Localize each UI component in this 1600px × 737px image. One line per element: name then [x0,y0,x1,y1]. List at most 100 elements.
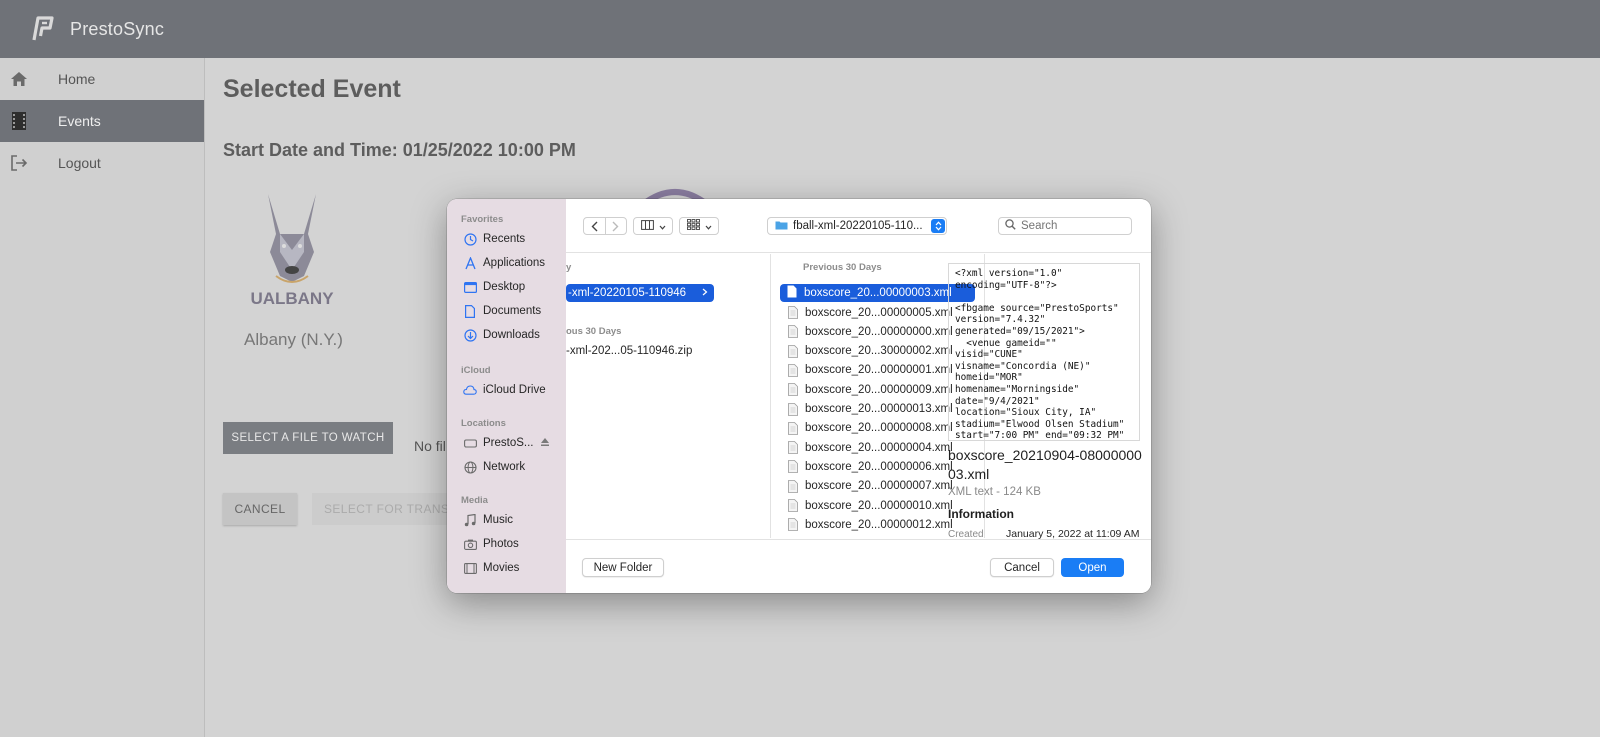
app-title: PrestoSync [70,18,165,39]
file-row[interactable]: boxscore_20...00000007.xml [788,477,953,496]
film-icon [9,111,29,131]
sidebar-item-label: Events [58,113,101,129]
chevron-down-icon [705,217,712,235]
updown-chevron-icon [931,219,945,233]
ualbany-logo: UALBANY [250,194,334,308]
search-icon [1005,217,1016,235]
dialog-sidebar-icloud-drive[interactable]: iCloud Drive [463,380,546,400]
zip-file-row[interactable]: -xml-202...05-110946.zip [566,341,692,360]
selected-file-row[interactable]: boxscore_20...00000003.xml [780,284,975,302]
icloud-heading: iCloud [461,365,491,376]
globe-icon [463,460,477,474]
xml-file-icon [788,460,798,474]
sidebar-item-events[interactable]: Events [0,100,204,142]
search-input[interactable] [1021,220,1121,232]
sidebar-item-logout[interactable]: Logout [0,142,204,184]
xml-file-icon [788,306,798,319]
grid-icon [686,217,700,235]
dialog-footer: New Folder Cancel Open [566,539,1151,593]
xml-file-icon [788,479,798,493]
event-start-datetime: Start Date and Time: 01/25/2022 10:00 PM [223,140,576,160]
dialog-sidebar-prestosync-volume[interactable]: PrestoS... [463,433,550,453]
file-row[interactable]: boxscore_20...00000000.xml [788,322,953,341]
xml-file-icon [787,285,797,301]
file-row[interactable]: boxscore_20...00000004.xml [788,438,953,457]
disk-icon [463,436,477,450]
xml-file-icon [788,363,798,377]
ualbany-logo-text: UALBANY [250,289,334,308]
path-popup[interactable]: fball-xml-20220105-110... [767,217,947,235]
clock-icon [463,232,477,246]
preview-filename: boxscore_20210904-0800000003.xml [948,447,1142,482]
cloud-icon [463,383,477,397]
dialog-sidebar-documents[interactable]: Documents [463,301,541,321]
column-heading: Previous 30 Days [803,262,882,273]
file-row[interactable]: boxscore_20...00000012.xml [788,515,953,534]
selected-folder-row[interactable]: -xml-20220105-110946 [566,284,714,302]
chevron-down-icon [659,217,666,235]
dialog-sidebar-music[interactable]: Music [463,510,513,530]
cancel-button[interactable]: CANCEL [223,493,297,525]
page-title: Selected Event [223,75,401,103]
music-note-icon [463,513,477,527]
folder-icon [775,217,788,235]
media-heading: Media [461,495,488,506]
dialog-cancel-button[interactable]: Cancel [990,558,1054,577]
preview-kind: XML text - 124 KB [948,486,1041,498]
group-by-button[interactable] [679,217,719,235]
dialog-sidebar-network[interactable]: Network [463,457,525,477]
xml-file-icon [788,344,798,358]
back-forward-control [583,217,627,235]
select-file-to-watch-button[interactable]: SELECT A FILE TO WATCH [223,422,393,454]
browser-column-1: y -xml-20220105-110946 ous 30 Days -xml-… [566,254,771,538]
chevron-right-icon [702,287,708,299]
camera-icon [463,537,477,551]
file-open-dialog: Favorites Recents Applications Desktop D… [447,199,1151,593]
app-header: PrestoSync [0,0,1600,58]
dialog-sidebar: Favorites Recents Applications Desktop D… [447,199,566,593]
file-row[interactable]: boxscore_20...00000006.xml [788,457,953,476]
file-row[interactable]: boxscore_20...00000009.xml [788,380,953,399]
no-file-text: No fil [414,438,446,454]
prestosync-logo-icon [32,16,54,41]
dialog-sidebar-photos[interactable]: Photos [463,534,519,554]
applications-icon [463,256,477,270]
favorites-heading: Favorites [461,214,504,225]
back-arrow-icon[interactable] [584,218,606,234]
dialog-sidebar-applications[interactable]: Applications [463,253,545,273]
new-folder-button[interactable]: New Folder [582,558,664,577]
xml-file-icon [788,441,798,454]
select-for-transmission-button[interactable]: SELECT FOR TRANSMISSION [312,493,452,525]
logout-icon [9,153,29,173]
sidebar-item-home[interactable]: Home [0,58,204,100]
sidebar-item-label: Logout [58,155,101,171]
film-icon [463,561,477,575]
locations-heading: Locations [461,418,506,429]
dialog-sidebar-desktop[interactable]: Desktop [463,277,525,297]
file-row[interactable]: boxscore_20...00000005.xml [788,303,953,322]
file-row[interactable]: boxscore_20...00000008.xml [788,419,953,438]
file-row[interactable]: boxscore_20...30000002.xml [788,342,953,361]
dialog-sidebar-recents[interactable]: Recents [463,229,525,249]
dialog-sidebar-downloads[interactable]: Downloads [463,325,540,345]
document-icon [463,304,477,318]
open-button[interactable]: Open [1061,558,1124,577]
file-row[interactable]: boxscore_20...00000010.xml [788,496,953,515]
view-mode-button[interactable] [633,217,673,235]
team-name: Albany (N.Y.) [244,330,343,349]
xml-file-icon [788,499,798,512]
column-heading: y [566,262,572,273]
dialog-sidebar-movies[interactable]: Movies [463,558,519,578]
xml-file-icon [788,402,798,416]
search-field[interactable] [998,217,1132,235]
desktop-icon [463,280,477,294]
eject-icon[interactable] [540,437,550,450]
columns-view-icon [640,217,654,235]
file-row[interactable]: boxscore_20...00000013.xml [788,400,953,419]
xml-file-icon [788,325,798,339]
preview-information-heading: Information [948,507,1014,521]
file-row[interactable]: boxscore_20...00000001.xml [788,361,953,380]
sidebar-item-label: Home [58,71,96,87]
sidebar-nav: Home Events Logout [0,58,205,737]
forward-arrow-icon[interactable] [606,218,627,234]
